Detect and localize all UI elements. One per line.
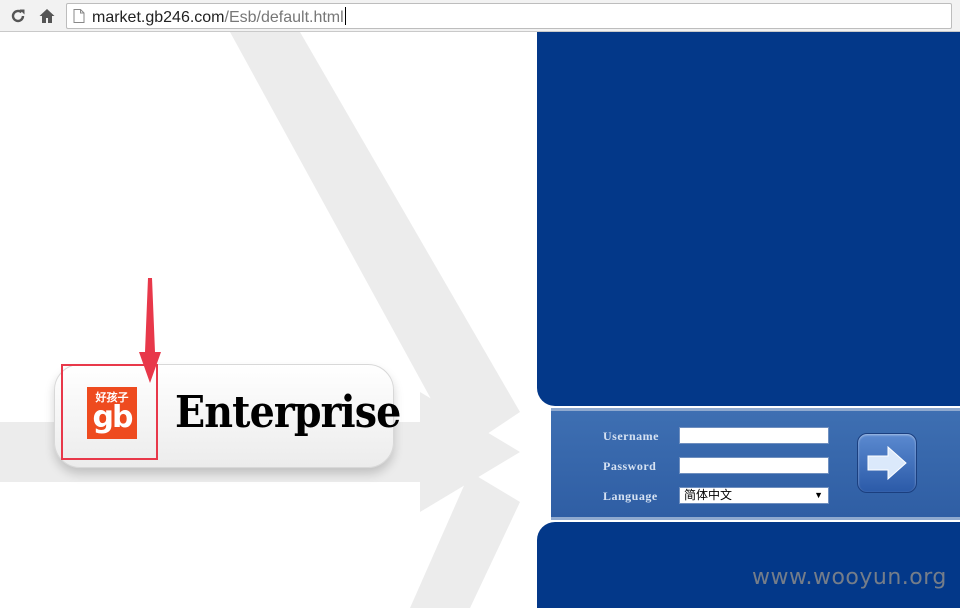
reload-button[interactable] — [7, 5, 29, 27]
page-icon — [73, 9, 85, 23]
dropdown-arrow-icon: ▼ — [814, 490, 823, 500]
text-caret — [344, 7, 346, 25]
browser-toolbar: market.gb246.com/Esb/default.html — [0, 0, 960, 32]
username-label: Username — [603, 429, 659, 443]
annotation-arrow-icon — [139, 278, 161, 383]
username-input[interactable] — [679, 427, 829, 444]
enterprise-title: Enterprise — [175, 387, 401, 438]
top-blue-panel — [537, 32, 960, 406]
language-label: Language — [603, 489, 658, 503]
address-bar[interactable]: market.gb246.com/Esb/default.html — [66, 3, 952, 29]
watermark: www.wooyun.org — [752, 565, 947, 590]
password-label: Password — [603, 459, 657, 473]
login-panel: Username Password Language 简体中文 ▼ — [551, 408, 960, 520]
home-icon — [39, 9, 55, 23]
reload-icon — [11, 9, 25, 23]
login-submit-button[interactable] — [857, 433, 917, 493]
url-text[interactable]: market.gb246.com/Esb/default.html — [92, 7, 346, 27]
language-select[interactable]: 简体中文 ▼ — [679, 487, 829, 504]
home-button[interactable] — [36, 5, 58, 27]
language-selected-value: 简体中文 — [684, 488, 733, 502]
url-host: market.gb246.com — [92, 9, 225, 26]
password-input[interactable] — [679, 457, 829, 474]
arrow-right-icon — [867, 445, 907, 481]
web-page: Username Password Language 简体中文 ▼ 好孩子 gb… — [0, 32, 960, 608]
url-path: /Esb/default.html — [224, 9, 344, 26]
